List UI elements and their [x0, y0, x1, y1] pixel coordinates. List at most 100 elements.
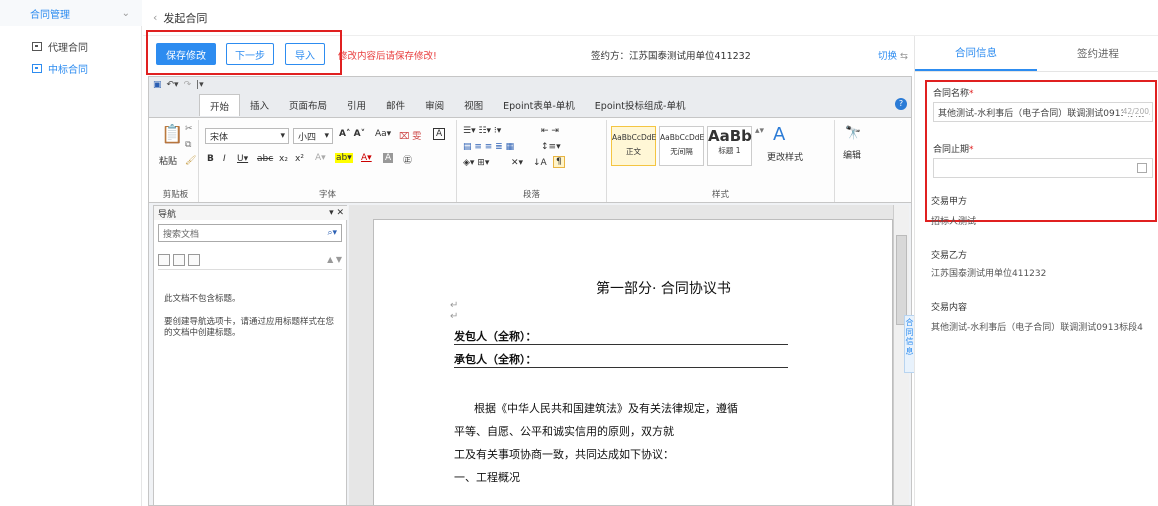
font-color-icon[interactable]: A▾ [361, 153, 372, 163]
tab-results[interactable] [188, 253, 200, 266]
highlight-icon[interactable]: ab▾ [335, 153, 353, 163]
back-icon[interactable]: ‹ [153, 11, 157, 24]
switch-label: 切换 [878, 51, 898, 62]
tab-signing-progress[interactable]: 签约进程 [1037, 36, 1158, 71]
contract-icon [32, 63, 42, 73]
dropdown-icon: ▾ [324, 131, 329, 141]
next-step-button[interactable]: 下一步 [226, 43, 274, 65]
contract-deadline-input[interactable] [933, 158, 1153, 178]
tab-epoint-form[interactable]: Epoint表单-单机 [493, 94, 585, 116]
change-styles-button[interactable]: 更改样式 [767, 150, 803, 163]
sidebar-item-bid-contract[interactable]: 中标合同 [0, 58, 142, 78]
navigation-title: 导航 [158, 209, 177, 220]
doc-paragraph-2: 平等、自愿、公平和诚实信用的原则，双方就 [454, 425, 674, 438]
search-icon[interactable]: ⌕▾ [327, 228, 337, 238]
font-name-combo[interactable]: 宋体 ▾ [205, 128, 289, 144]
calendar-icon[interactable] [1137, 163, 1147, 173]
save-icon[interactable]: ▣ [153, 80, 162, 90]
superscript-icon[interactable]: x² [295, 154, 304, 164]
close-icon[interactable]: ▾ ✕ [329, 208, 344, 218]
import-button[interactable]: 导入 [285, 43, 325, 65]
doc-paragraph-4: 一、工程概况 [454, 471, 520, 484]
tab-headings[interactable] [158, 253, 170, 266]
show-marks-icon[interactable]: ¶ [553, 156, 565, 168]
sort-icon[interactable]: ↓A [533, 158, 547, 168]
doc-paragraph-1: 根据《中华人民共和国建筑法》及有关法律规定，遵循 [474, 402, 738, 415]
sidebar-item-agency-contract[interactable]: 代理合同 [0, 36, 142, 56]
page-title: 发起合同 [163, 11, 208, 25]
style-normal[interactable]: AaBbCcDdE 正文 [611, 126, 656, 166]
tab-review[interactable]: 审阅 [415, 94, 454, 116]
char-border-icon[interactable]: A [433, 128, 446, 140]
bullets-icon[interactable]: ☰▾ ☷▾ ⁝▾ [463, 126, 501, 136]
tab-page-layout[interactable]: 页面布局 [279, 94, 337, 116]
text-effects-icon[interactable]: A▾ [315, 153, 326, 163]
shading-icon[interactable]: ◈▾ ⊞▾ [463, 158, 489, 168]
search-document-input[interactable]: 搜索文档 ⌕▾ [158, 224, 342, 242]
dropdown-icon: ▾ [280, 131, 285, 141]
switch-icon: ⇆ [900, 51, 909, 62]
tab-insert[interactable]: 插入 [240, 94, 279, 116]
enclose-char-icon[interactable]: ㊣ [403, 153, 412, 166]
clear-format-icon[interactable]: ⌧ 雯 [399, 129, 421, 142]
document-page[interactable]: 第一部分· 合同协议书 ↵ ↵ 发包人（全称）： 承包人（全称）： 根据《中华人民… [373, 219, 893, 505]
nav-arrows-icon[interactable]: ▲ ▼ [327, 255, 342, 264]
format-painter-icon[interactable]: 🖌 [185, 156, 196, 166]
style-heading-1[interactable]: AaBb 标题 1 [707, 126, 752, 166]
tab-references[interactable]: 引用 [337, 94, 376, 116]
tab-contract-info[interactable]: 合同信息 [915, 36, 1037, 71]
switch-button[interactable]: 切换 ⇆ [878, 48, 908, 62]
font-size-combo[interactable]: 小四 ▾ [293, 128, 333, 144]
bold-icon[interactable]: B [207, 154, 214, 164]
paragraph-mark: ↵ ↵ [450, 300, 459, 322]
contract-name-label: 合同名称* [933, 89, 974, 99]
copy-icon[interactable]: ⧉ [185, 140, 191, 150]
paste-button[interactable]: 粘贴 [159, 154, 177, 167]
contract-name-input[interactable]: 其他测试-水利事后（电子合同）联调测试0913标段4 42/200 [933, 102, 1153, 122]
scrollbar-thumb[interactable] [896, 235, 907, 325]
change-case-icon[interactable]: Aa▾ [375, 129, 391, 139]
strikethrough-icon[interactable]: abc [257, 154, 273, 164]
char-shading-icon[interactable]: A [383, 153, 394, 163]
styles-scroll-icon[interactable]: ▴▾ [755, 126, 764, 136]
tab-epoint-bid[interactable]: Epoint投标组成-单机 [585, 94, 696, 116]
sidebar-section-contract-management[interactable]: 合同管理 ⌄ [0, 0, 142, 26]
word-editor: ▣ ↶▾ ↷ |▾ 开始 插入 页面布局 引用 邮件 审阅 视图 Epoint表… [148, 76, 912, 506]
tab-pages[interactable] [173, 253, 185, 266]
redo-icon[interactable]: ↷ [184, 80, 192, 90]
cut-icon[interactable]: ✂ [185, 124, 193, 134]
tab-mailings[interactable]: 邮件 [376, 94, 415, 116]
employer-field: 发包人（全称）： [454, 328, 788, 345]
italic-icon[interactable]: I [223, 154, 226, 164]
save-button[interactable]: 保存修改 [156, 43, 216, 65]
subscript-icon[interactable]: x₂ [279, 154, 288, 164]
tab-home[interactable]: 开始 [199, 94, 241, 116]
underline-icon[interactable]: U▾ [237, 154, 248, 164]
change-styles-icon[interactable]: A [773, 124, 785, 145]
navigation-pane: 导航 ▾ ✕ 搜索文档 ⌕▾ ▲ ▼ 此文档不包含标题。 要创建导航选项卡，请通… [153, 205, 348, 505]
editing-group: 🔭 编辑 [835, 120, 875, 202]
chevron-down-icon: ⌄ [121, 7, 130, 19]
find-icon[interactable]: 🔭 [845, 126, 861, 141]
signer-info: 签约方：江苏国泰测试用单位411232 [591, 51, 751, 62]
undo-icon[interactable]: ↶▾ [167, 80, 179, 90]
save-warning-text: 修改内容后请保存修改! [338, 51, 437, 62]
document-area: 第一部分· 合同协议书 ↵ ↵ 发包人（全称）： 承包人（全称）： 根据《中华人民… [349, 205, 893, 505]
editing-button[interactable]: 编辑 [843, 148, 861, 161]
align-icons[interactable]: ▤ ≡ ≡ ≣ ▦ [463, 142, 514, 152]
tab-view[interactable]: 视图 [454, 94, 493, 116]
customize-icon[interactable]: |▾ [196, 80, 204, 90]
line-spacing-icon[interactable]: ↕≡▾ [541, 142, 561, 152]
style-no-spacing[interactable]: AaBbCcDdE 无间隔 [659, 126, 704, 166]
sidebar-item-label: 代理合同 [48, 42, 88, 54]
indent-icon[interactable]: ⇤ ⇥ [541, 126, 559, 136]
navigation-tabs: ▲ ▼ [158, 250, 342, 270]
sidebar-item-label: 中标合同 [48, 64, 88, 76]
help-icon[interactable]: ? [895, 98, 907, 110]
chinese-layout-icon[interactable]: ✕▾ [511, 158, 523, 168]
ribbon: 📋 粘贴 ✂ ⧉ 🖌 剪贴板 宋体 ▾ 小四 ▾ A˄ A˅ Aa▾ ⌧ 雯 A B… [149, 117, 911, 203]
grow-font-icon[interactable]: A˄ A˅ [339, 129, 365, 139]
quick-access-toolbar: ▣ ↶▾ ↷ |▾ [149, 77, 911, 93]
styles-group: AaBbCcDdE 正文 AaBbCcDdE 无间隔 AaBb 标题 1 ▴▾ … [607, 120, 835, 202]
paste-icon[interactable]: 📋 [161, 124, 183, 145]
